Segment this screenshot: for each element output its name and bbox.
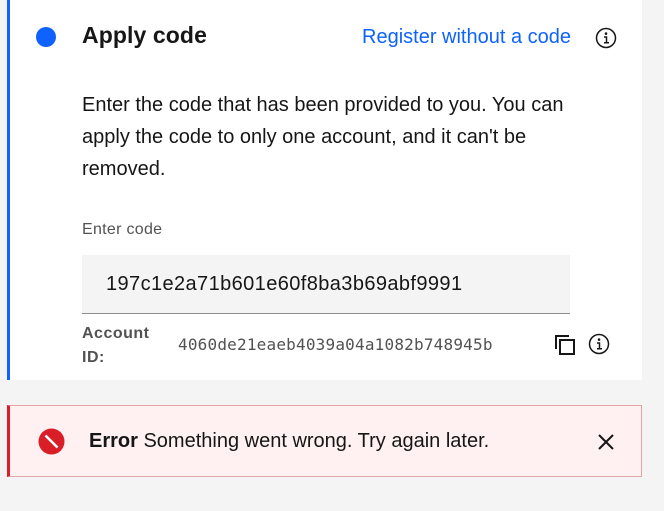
error-icon bbox=[38, 428, 65, 455]
account-id-value: 4060de21eaeb4039a04a1082b748945b bbox=[178, 335, 493, 354]
account-id-label: Account ID: bbox=[82, 325, 150, 366]
page: Apply code Register without a code Enter… bbox=[0, 0, 664, 511]
error-notification: Error Something went wrong. Try again la… bbox=[7, 405, 642, 477]
step-description: Enter the code that has been provided to… bbox=[82, 94, 564, 180]
notification-message: Something went wrong. Try again later. bbox=[143, 430, 490, 452]
account-info-icon[interactable] bbox=[588, 333, 610, 355]
notification-text: Error Something went wrong. Try again la… bbox=[89, 430, 489, 453]
notification-title: Error bbox=[89, 430, 138, 452]
register-without-code-link[interactable]: Register without a code bbox=[362, 26, 571, 49]
step-title: Apply code bbox=[82, 22, 207, 48]
step-current-indicator-icon bbox=[36, 27, 56, 47]
register-info-icon[interactable] bbox=[595, 27, 617, 49]
code-field-label: Enter code bbox=[82, 221, 163, 238]
copy-icon[interactable] bbox=[552, 332, 578, 358]
code-input[interactable] bbox=[82, 255, 570, 314]
apply-code-step-card: Apply code Register without a code Enter… bbox=[7, 0, 642, 380]
close-icon[interactable] bbox=[594, 430, 618, 454]
